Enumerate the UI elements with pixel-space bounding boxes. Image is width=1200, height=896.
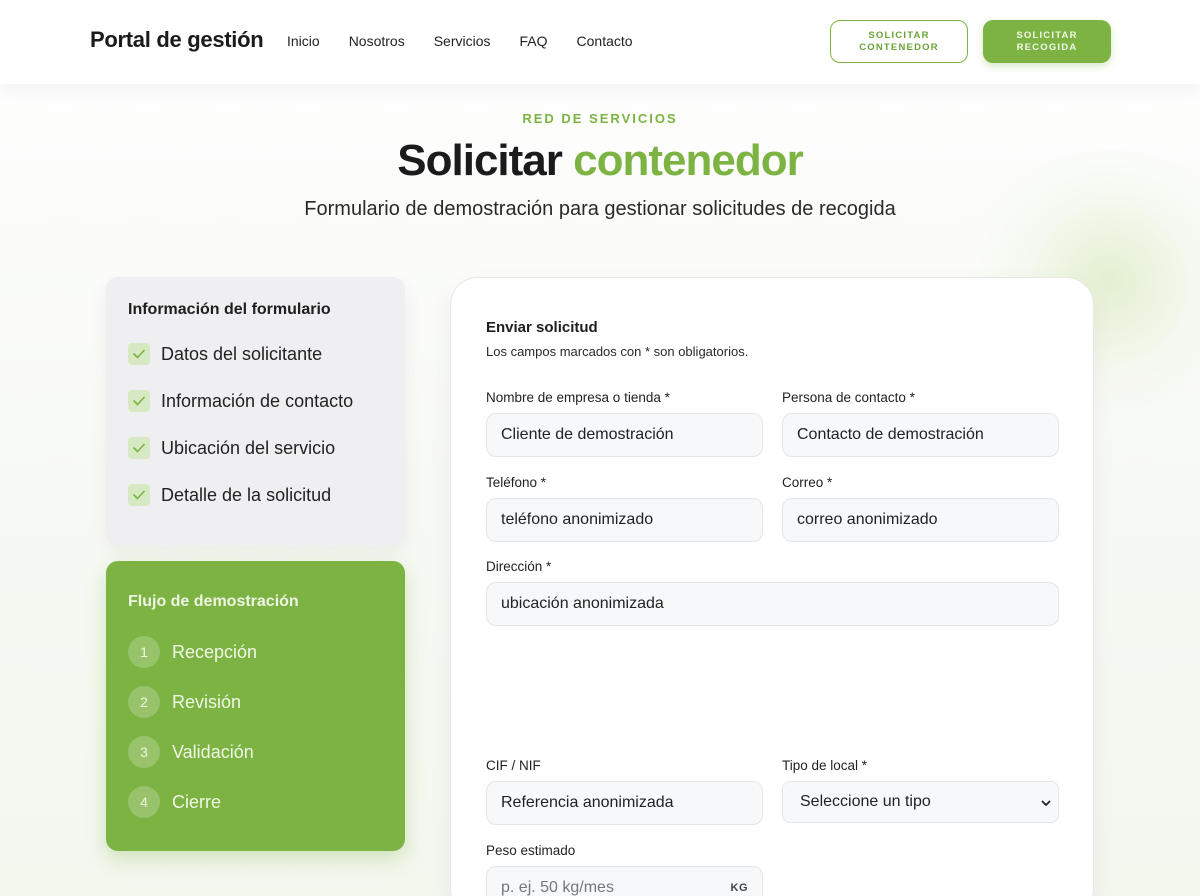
info-item-label: Datos del solicitante [161, 343, 323, 364]
nav-contacto[interactable]: Contacto [577, 33, 633, 49]
request-pickup-label: SOLICITAR RECOGIDA [1016, 29, 1078, 53]
flow-card-heading: Flujo de demostración [128, 593, 299, 610]
title-main: Solicitar [397, 136, 563, 185]
step-label: Validación [172, 741, 254, 762]
info-item-label: Detalle de la solicitud [161, 484, 332, 505]
weight-input[interactable]: p. ej. 50 kg/mes KG [486, 866, 763, 896]
nav-faq[interactable]: FAQ [520, 33, 548, 49]
info-item-label: Información de contacto [161, 390, 354, 411]
site-header: Portal de gestión Inicio Nosotros Servic… [0, 0, 1200, 84]
title-accent: contenedor [573, 136, 804, 185]
info-item: Datos del solicitante [128, 343, 322, 365]
info-card-heading: Información del formulario [128, 301, 331, 318]
main-nav: Inicio Nosotros Servicios FAQ Contacto [287, 33, 662, 49]
address-label: Dirección * [486, 559, 552, 574]
contact-input[interactable]: Contacto de demostración [782, 413, 1059, 457]
cif-label: CIF / NIF [486, 758, 541, 773]
weight-placeholder: p. ej. 50 kg/mes [501, 879, 614, 896]
info-item: Detalle de la solicitud [128, 484, 331, 506]
company-label: Nombre de empresa o tienda * [486, 390, 670, 405]
form-title: Enviar solicitud [486, 319, 598, 336]
nav-nosotros[interactable]: Nosotros [349, 33, 405, 49]
company-input[interactable]: Cliente de demostración [486, 413, 763, 457]
email-value: correo anonimizado [797, 511, 938, 528]
local-type-label: Tipo de local * [782, 758, 868, 773]
address-input[interactable]: ubicación anonimizada [486, 582, 1059, 626]
address-value: ubicación anonimizada [501, 595, 664, 612]
chevron-down-icon [1040, 796, 1052, 814]
check-icon [128, 484, 150, 506]
step-number: 3 [128, 736, 160, 768]
page-title: Solicitar contenedor [0, 136, 1200, 186]
cif-input[interactable]: Referencia anonimizada [486, 781, 763, 825]
step-number: 2 [128, 686, 160, 718]
form-required-note: Los campos marcados con * son obligatori… [486, 344, 749, 359]
check-icon [128, 437, 150, 459]
flow-step: 3 Validación [128, 736, 254, 768]
demo-flow-card: Flujo de demostración 1 Recepción 2 Revi… [106, 561, 405, 851]
flow-step: 1 Recepción [128, 636, 257, 668]
step-label: Revisión [172, 691, 242, 712]
request-container-button[interactable]: SOLICITAR CONTENEDOR [830, 20, 968, 63]
flow-step: 2 Revisión [128, 686, 241, 718]
step-label: Cierre [172, 791, 222, 812]
cif-value: Referencia anonimizada [501, 794, 674, 811]
local-type-value: Seleccione un tipo [800, 793, 931, 810]
phone-input[interactable]: teléfono anonimizado [486, 498, 763, 542]
nav-inicio[interactable]: Inicio [287, 33, 320, 49]
email-input[interactable]: correo anonimizado [782, 498, 1059, 542]
request-container-label: SOLICITAR CONTENEDOR [859, 29, 939, 53]
phone-value: teléfono anonimizado [501, 511, 654, 528]
check-icon [128, 390, 150, 412]
nav-servicios[interactable]: Servicios [434, 33, 491, 49]
request-pickup-button[interactable]: SOLICITAR RECOGIDA [983, 20, 1111, 63]
weight-label: Peso estimado [486, 843, 576, 858]
email-label: Correo * [782, 475, 833, 490]
step-label: Recepción [172, 641, 258, 662]
step-number: 1 [128, 636, 160, 668]
logo[interactable]: Portal de gestión [90, 27, 264, 53]
local-type-select[interactable]: Seleccione un tipo [782, 781, 1059, 823]
contact-label: Persona de contacto * [782, 390, 915, 405]
hero-eyebrow: RED DE SERVICIOS [522, 111, 678, 126]
flow-step: 4 Cierre [128, 786, 221, 818]
info-item-label: Ubicación del servicio [161, 437, 336, 458]
weight-unit: KG [730, 882, 748, 894]
phone-label: Teléfono * [486, 475, 547, 490]
page-subtitle: Formulario de demostración para gestiona… [304, 198, 896, 220]
step-number: 4 [128, 786, 160, 818]
check-icon [128, 343, 150, 365]
form-info-card: Información del formulario Datos del sol… [106, 277, 405, 546]
company-value: Cliente de demostración [501, 426, 674, 443]
info-item: Ubicación del servicio [128, 437, 335, 459]
info-item: Información de contacto [128, 390, 353, 412]
request-form-card: Enviar solicitud Los campos marcados con… [450, 277, 1094, 896]
contact-value: Contacto de demostración [797, 426, 984, 443]
